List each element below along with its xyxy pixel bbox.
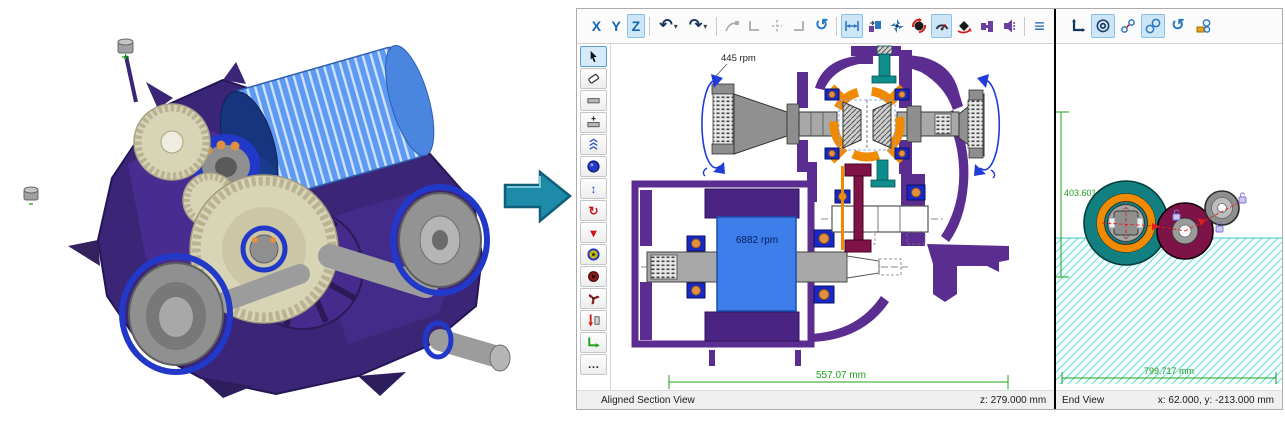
section-view-name: Aligned Section View [601, 394, 695, 406]
disc-tool[interactable] [580, 266, 607, 287]
rotate-endview-icon[interactable]: ↺ [1166, 14, 1190, 38]
motor-rpm-label: 6882 rpm [736, 235, 778, 246]
toolbar-separator [716, 16, 718, 36]
corner-right-icon[interactable] [789, 14, 810, 38]
gauge-icon[interactable] [931, 14, 953, 38]
gearbox-3d-render [23, 38, 511, 398]
gear-tool[interactable] [580, 244, 607, 265]
axis-origin-icon[interactable] [1066, 14, 1090, 38]
section-view-canvas[interactable]: 6882 rpm 445 rpm 557.07 mm [611, 44, 1055, 390]
bolt-top-3d [117, 38, 134, 60]
endview-statusbar: End View x: 62.000, y: -213.000 mm [1056, 390, 1282, 409]
endview-coordinate: x: 62.000, y: -213.000 mm [1157, 394, 1274, 406]
corner-left-icon[interactable] [744, 14, 765, 38]
component-offset-icon[interactable] [864, 14, 885, 38]
small-gear-3d [133, 103, 211, 181]
output-shaft-left [711, 83, 838, 155]
output-rpm-label: 445 rpm [721, 53, 756, 64]
bolt-left-3d [23, 186, 39, 205]
intermediate-shaft [821, 184, 943, 245]
undo-button[interactable]: ↶ ▾ [654, 14, 682, 38]
endview-toolbar: ◎ ↺ [1056, 9, 1282, 44]
centerline-icon[interactable] [766, 14, 787, 38]
cad-window: X Y Z ↶ ▾ ↷ ▾ ↺ ≡ ↕ ↻ ▾ … 6882 rpm 445 r… [576, 8, 1283, 410]
ground-hatch [1056, 238, 1282, 384]
endview-name: End View [1062, 394, 1105, 406]
measure-icon[interactable] [841, 14, 863, 38]
toolbar-separator [836, 16, 838, 36]
end-view-canvas[interactable]: 403.601 mm 799.717 mm [1056, 44, 1282, 390]
housing-bell-icon[interactable] [998, 14, 1019, 38]
rotation-tool[interactable]: ↻ [580, 200, 607, 221]
sketch-mode-icon[interactable] [721, 14, 742, 38]
axis-z-button[interactable]: Z [626, 14, 646, 38]
more-tools-button[interactable]: … [580, 354, 607, 375]
axis-y-button[interactable]: Y [607, 14, 626, 38]
marker-tool[interactable]: ▾ [580, 222, 607, 243]
torque-icon[interactable] [909, 14, 930, 38]
width-dimension-label: 557.07 mm [816, 370, 866, 381]
end-view-pane: ◎ ↺ 403.601 mm 799.717 mm End View x: 62… [1056, 9, 1282, 409]
select-tool[interactable] [580, 46, 607, 67]
toolbar-separator [649, 16, 651, 36]
main-toolbar: X Y Z ↶ ▾ ↷ ▾ ↺ ≡ [577, 9, 1055, 44]
menu-button[interactable]: ≡ [1029, 14, 1050, 38]
shaft-segment-tool[interactable] [580, 90, 607, 111]
cylinder-group-icon[interactable] [1191, 14, 1215, 38]
power-flow-icon[interactable] [953, 14, 974, 38]
axis-x-button[interactable]: X [587, 14, 606, 38]
route-tool[interactable] [580, 332, 607, 353]
rotation-group-icon[interactable] [886, 14, 907, 38]
teal-gear-end [1083, 180, 1169, 266]
component-pair-icon[interactable] [976, 14, 997, 38]
differential [824, 84, 910, 164]
concentric-view-icon[interactable]: ◎ [1091, 14, 1115, 38]
endview-width-label: 799.717 mm [1144, 366, 1194, 376]
refresh-view-icon[interactable]: ↺ [811, 14, 832, 38]
gray-gear-end [1204, 190, 1240, 226]
bearing-tool[interactable] [580, 156, 607, 177]
flow-arrow [503, 169, 572, 224]
connect-circles-icon[interactable] [1141, 14, 1165, 38]
section-coordinate: z: 279.000 mm [980, 394, 1047, 406]
connect-points-icon[interactable] [1116, 14, 1140, 38]
stub-shaft-3d [422, 320, 511, 372]
toolbar-separator [1023, 16, 1025, 36]
turbine-tool[interactable] [580, 288, 607, 309]
section-content: ↕ ↻ ▾ … 6882 rpm 445 rpm 557.07 mm [577, 44, 1055, 390]
load-arrow-tool[interactable] [580, 310, 607, 331]
eraser-tool[interactable] [580, 68, 607, 89]
shaft-add-tool[interactable] [580, 112, 607, 133]
redo-button[interactable]: ↷ ▾ [684, 14, 712, 38]
left-toolstrip: ↕ ↻ ▾ … [577, 44, 611, 390]
rotor [716, 216, 797, 312]
vertical-move-tool[interactable]: ↕ [580, 178, 607, 199]
section-statusbar: Aligned Section View z: 279.000 mm [577, 390, 1055, 409]
section-pane: X Y Z ↶ ▾ ↷ ▾ ↺ ≡ ↕ ↻ ▾ … 6882 rpm 445 r… [577, 9, 1055, 409]
spring-tool[interactable] [580, 134, 607, 155]
screenshot-root: X Y Z ↶ ▾ ↷ ▾ ↺ ≡ ↕ ↻ ▾ … 6882 rpm 445 r… [0, 0, 1285, 426]
